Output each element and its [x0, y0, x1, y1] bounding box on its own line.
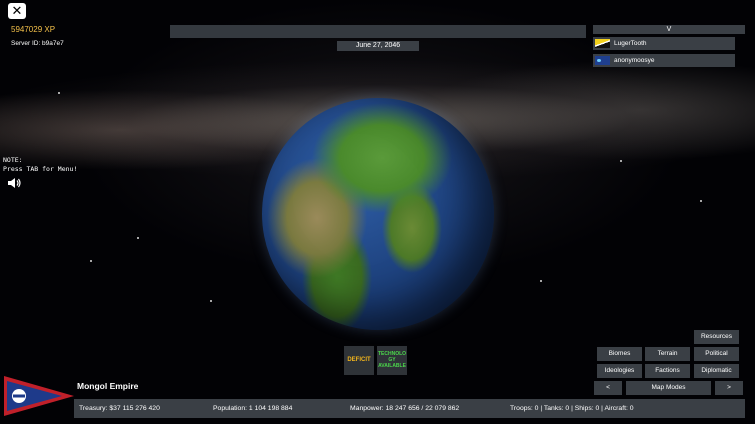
map-mode-resources-button[interactable]: Resources: [694, 330, 739, 344]
military-stat: Troops: 0 | Tanks: 0 | Ships: 0 | Aircra…: [510, 405, 634, 412]
treasury-stat: Treasury: $37 115 276 420: [79, 405, 160, 412]
speaker-icon[interactable]: [7, 176, 21, 188]
server-id: Server ID: b9a7e7: [11, 40, 64, 47]
world-globe[interactable]: [262, 98, 494, 330]
deficit-alert[interactable]: DEFICIT: [344, 346, 374, 375]
close-icon: ✕: [11, 3, 23, 18]
stats-bar: Treasury: $37 115 276 420 Population: 1 …: [74, 399, 745, 418]
star: [540, 280, 542, 282]
player-flag: [595, 56, 610, 65]
star: [700, 200, 702, 202]
close-button[interactable]: ✕: [8, 3, 26, 19]
player-name: LugerTooth: [614, 40, 647, 47]
map-mode-ideologies-button[interactable]: Ideologies: [597, 364, 642, 378]
technology-available-alert[interactable]: TECHNOLO GY AVAILABLE: [377, 346, 407, 375]
player-list-toggle[interactable]: V: [593, 25, 745, 34]
map-mode-factions-button[interactable]: Factions: [645, 364, 690, 378]
player-list-item[interactable]: anonymoosye: [593, 54, 735, 67]
map-mode-political-button[interactable]: Political: [694, 347, 739, 361]
map-modes-label: Map Modes: [626, 381, 711, 395]
player-list-item[interactable]: LugerTooth: [593, 37, 735, 50]
game-date: June 27, 2046: [337, 41, 419, 51]
player-name: anonymoosye: [614, 57, 655, 64]
menu-note: NOTE: Press TAB for Menu!: [3, 156, 78, 173]
star: [58, 92, 60, 94]
xp-counter: 5947029 XP: [11, 25, 56, 34]
flag-pennant-icon: [4, 376, 74, 416]
top-info-bar: [170, 25, 586, 38]
star: [210, 300, 212, 302]
map-mode-prev-button[interactable]: <: [594, 381, 622, 395]
map-mode-diplomatic-button[interactable]: Diplomatic: [694, 364, 739, 378]
empire-name: Mongol Empire: [77, 381, 139, 391]
manpower-stat: Manpower: 18 247 656 / 22 079 862: [350, 405, 460, 412]
map-mode-next-button[interactable]: >: [715, 381, 743, 395]
map-mode-terrain-button[interactable]: Terrain: [645, 347, 690, 361]
star: [137, 237, 139, 239]
star: [90, 260, 92, 262]
star: [620, 160, 622, 162]
player-flag: [595, 39, 610, 48]
population-stat: Population: 1 104 198 884: [213, 405, 293, 412]
map-mode-biomes-button[interactable]: Biomes: [597, 347, 642, 361]
